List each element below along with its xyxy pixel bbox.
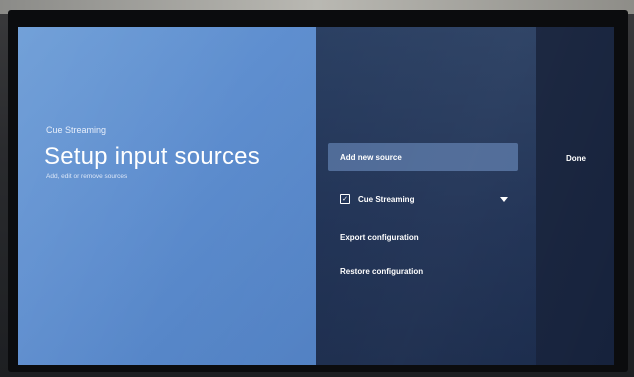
menu-item-label: Export configuration — [340, 232, 419, 242]
done-button[interactable]: Done — [548, 147, 604, 169]
export-configuration-button[interactable]: Export configuration — [328, 223, 518, 251]
photo-background: Cue Streaming Setup input sources Add, e… — [0, 0, 634, 377]
source-item-left: ✓ Cue Streaming — [340, 194, 414, 204]
restore-configuration-button[interactable]: Restore configuration — [328, 257, 518, 285]
menu-item-label: Restore configuration — [340, 266, 424, 276]
add-new-source-button[interactable]: Add new source — [328, 143, 518, 171]
tv-screen: Cue Streaming Setup input sources Add, e… — [18, 27, 614, 365]
actions-pane: Done — [536, 27, 614, 365]
options-pane: Add new source ✓ Cue Streaming Export co… — [316, 27, 536, 365]
info-pane: Cue Streaming Setup input sources Add, e… — [18, 27, 316, 365]
menu-item-label: Cue Streaming — [358, 194, 415, 204]
caret-down-icon[interactable] — [500, 196, 508, 202]
checkbox-checked-icon[interactable]: ✓ — [340, 194, 350, 204]
page-description: Add, edit or remove sources — [46, 173, 128, 180]
cue-streaming-source-item[interactable]: ✓ Cue Streaming — [328, 185, 518, 213]
page-title: Setup input sources — [44, 143, 260, 170]
menu-item-label: Add new source — [340, 152, 402, 162]
breadcrumb: Cue Streaming — [46, 125, 107, 135]
